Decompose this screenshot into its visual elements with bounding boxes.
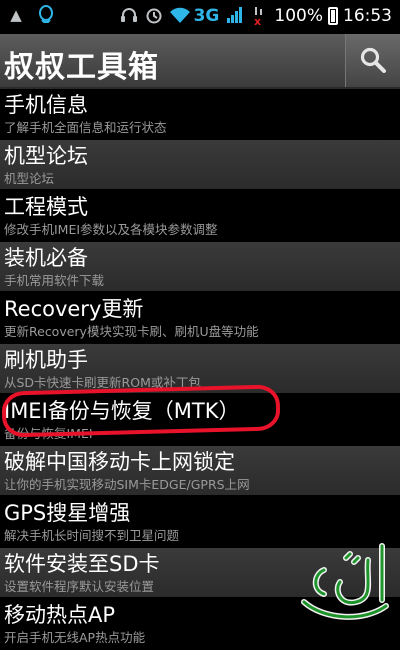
battery-icon [328,7,338,25]
list-item-subtitle: 解决手机长时间搜不到卫星问题 [4,528,180,543]
list-item-title: 手机信息 [4,93,88,117]
list-item-engineering-mode[interactable]: 工程模式 修改手机IMEI参数以及各模块参数调整 [0,191,400,242]
list-item-title: Recovery更新 [4,297,144,321]
list-item-unlock-mobile-data[interactable]: 破解中国移动卡上网锁定 让你的手机实现移动SIM卡EDGE/GPRS上网 [0,446,400,497]
watermark-logo [294,540,394,632]
list-item-subtitle: 了解手机全面信息和运行状态 [4,120,167,135]
title-bar: 叔叔工具箱 [0,34,400,89]
list-item-subtitle: 手机常用软件下载 [4,273,105,288]
list-item-title: GPS搜星增强 [4,501,131,525]
no-sim-icon: x [249,6,269,28]
network-type: 3G [193,6,220,26]
list-item-subtitle: 机型论坛 [4,171,55,186]
red-highlight-circle [1,384,281,438]
warning-icon: ▲ [10,6,22,24]
signal-icon [224,6,244,26]
list-item-title: 工程模式 [4,195,88,219]
search-button[interactable] [345,34,400,87]
list-item-title: 机型论坛 [4,144,88,168]
wifi-icon [169,6,190,26]
notification-icon [36,5,56,25]
list-item-subtitle: 设置软件程序默认安装位置 [4,579,155,594]
alarm-icon [144,6,164,26]
battery-percent: 100% [274,6,323,26]
page-title: 叔叔工具箱 [4,50,159,85]
list-item-subtitle: 让你的手机实现移动SIM卡EDGE/GPRS上网 [4,477,250,492]
search-icon [360,47,386,73]
list-item-subtitle: 开启手机无线AP热点功能 [4,630,146,645]
list-item-title: 破解中国移动卡上网锁定 [4,450,235,474]
list-item-essential-apps[interactable]: 装机必备 手机常用软件下载 [0,242,400,293]
svg-text:x: x [254,15,261,26]
list-item-title: 移动热点AP [4,603,116,627]
list-item-model-forum[interactable]: 机型论坛 机型论坛 [0,140,400,191]
list-item-title: 装机必备 [4,246,88,270]
list-item-phone-info[interactable]: 手机信息 了解手机全面信息和运行状态 [0,89,400,140]
list-item-title: 软件安装至SD卡 [4,552,160,576]
list-item-title: 刷机助手 [4,348,88,372]
list-item-recovery-update[interactable]: Recovery更新 更新Recovery模块实现卡刷、刷机U盘等功能 [0,293,400,344]
arabic-calligraphy-watermark [301,543,389,620]
headset-icon [119,6,139,26]
list-item-subtitle: 更新Recovery模块实现卡刷、刷机U盘等功能 [4,324,259,339]
clock: 16:53 [343,6,392,26]
list-item-subtitle: 修改手机IMEI参数以及各模块参数调整 [4,222,218,237]
status-bar: ▲ 3G x 100% 16:53 [0,0,400,34]
